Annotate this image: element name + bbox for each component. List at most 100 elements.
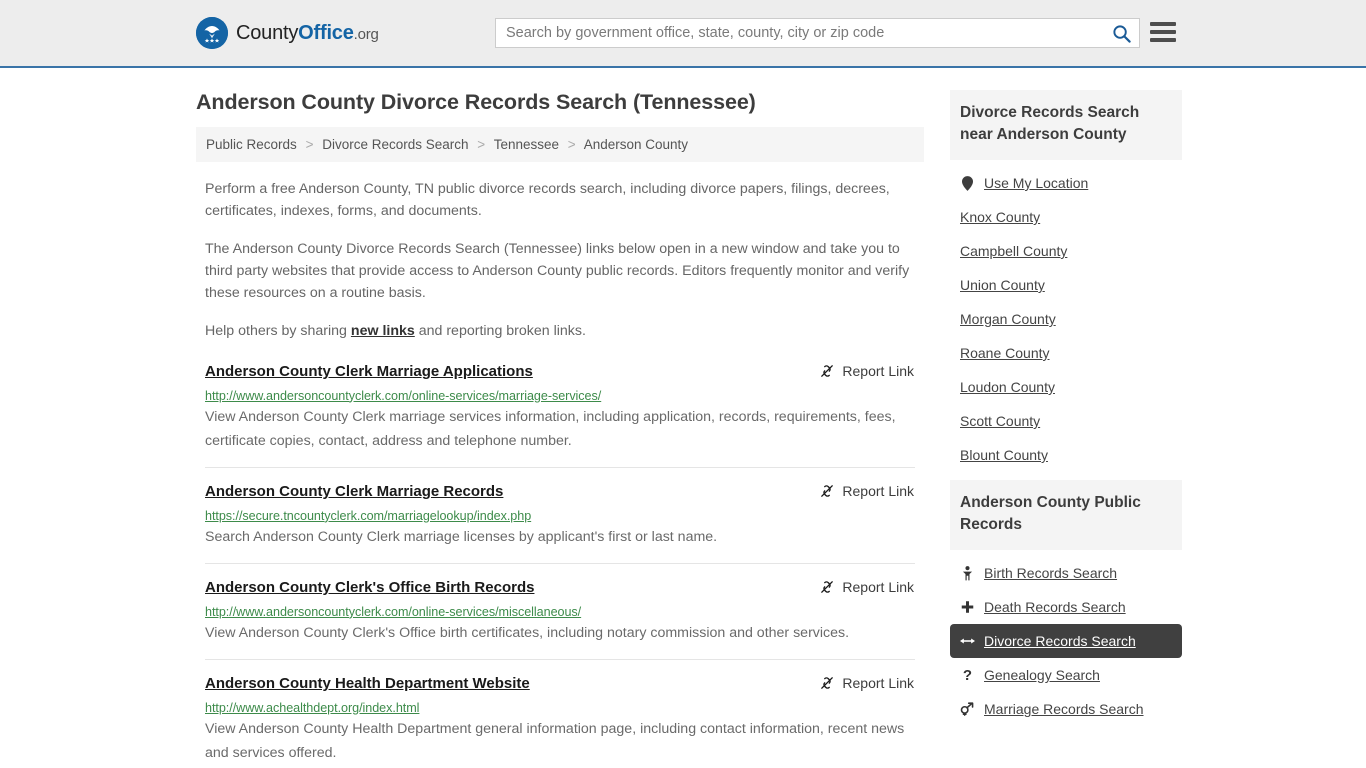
result-header: Anderson County Clerk Marriage Applicati… [205, 362, 915, 382]
sidebar-item-use-my-location[interactable]: Use My Location [950, 166, 1182, 200]
list-item: Divorce Records Search [950, 624, 1182, 658]
list-item: ? Genealogy Search [950, 658, 1182, 692]
menu-bar-2 [1150, 30, 1176, 34]
list-item: Campbell County [950, 234, 1182, 268]
sidebar-item-label: Roane County [960, 345, 1050, 361]
sidebar-item-label: Union County [960, 277, 1045, 293]
sidebar-nearby-heading: Divorce Records Search near Anderson Cou… [950, 90, 1182, 160]
intro-paragraph-1: Perform a free Anderson County, TN publi… [205, 181, 890, 219]
sidebar-item-genealogy-search[interactable]: ? Genealogy Search [950, 658, 1182, 692]
sidebar-item-campbell-county[interactable]: Campbell County [950, 234, 1182, 268]
sidebar-item-label: Genealogy Search [984, 667, 1100, 683]
intro-paragraph-2: The Anderson County Divorce Records Sear… [205, 241, 910, 301]
list-item: Death Records Search [950, 590, 1182, 624]
report-link-button[interactable]: Report Link [819, 362, 915, 379]
result-url[interactable]: http://www.achealthdept.org/index.html [205, 701, 915, 715]
site-header: CountyOffice.org [0, 0, 1366, 68]
result-description: View Anderson County Health Department g… [205, 720, 905, 762]
result-description: View Anderson County Clerk marriage serv… [205, 408, 896, 449]
result-item: Anderson County Clerk Marriage Records Re… [205, 482, 915, 565]
search-input[interactable] [496, 19, 1103, 47]
sidebar-nearby-list: Use My Location Knox County Campbell Count… [950, 160, 1182, 472]
sidebar-item-morgan-county[interactable]: Morgan County [950, 302, 1182, 336]
breadcrumb-item-divorce-records-search[interactable]: Divorce Records Search [322, 137, 468, 152]
broken-link-icon [821, 485, 834, 498]
breadcrumb: Public Records > Divorce Records Search … [196, 127, 924, 162]
map-pin-icon [960, 175, 975, 191]
breadcrumb-item-tennessee[interactable]: Tennessee [494, 137, 559, 152]
sidebar-item-label: Knox County [960, 209, 1041, 225]
baby-icon [960, 565, 975, 581]
result-header: Anderson County Health Department Websit… [205, 674, 915, 694]
result-url[interactable]: https://secure.tncountyclerk.com/marriag… [205, 509, 915, 523]
sidebar-item-label: Divorce Records Search [984, 633, 1136, 649]
intro-p3-before: Help others by sharing [205, 323, 351, 339]
report-link-label: Report Link [842, 675, 914, 692]
result-title-link[interactable]: Anderson County Clerk Marriage Applicati… [205, 362, 533, 382]
list-item: Use My Location [950, 166, 1182, 200]
results-list: Anderson County Clerk Marriage Applicati… [196, 362, 924, 768]
intro-section: Perform a free Anderson County, TN publi… [196, 178, 924, 342]
brand-part-office: Office [298, 21, 354, 44]
report-link-label: Report Link [842, 363, 914, 379]
hamburger-menu-icon[interactable] [1150, 19, 1176, 45]
intro-paragraph-3: Help others by sharing new links and rep… [196, 320, 924, 342]
cross-icon [960, 599, 975, 615]
brand-part-county: County [236, 21, 299, 44]
result-item: Anderson County Clerk Marriage Applicati… [205, 362, 915, 469]
result-header: Anderson County Clerk's Office Birth Rec… [205, 578, 915, 598]
list-item: Blount County [950, 438, 1182, 472]
list-item: Roane County [950, 336, 1182, 370]
list-item: Marriage Records Search [950, 692, 1182, 726]
main-column: Anderson County Divorce Records Search (… [196, 68, 924, 768]
breadcrumb-item-anderson-county[interactable]: Anderson County [584, 137, 688, 152]
report-link-button[interactable]: Report Link [819, 578, 915, 595]
result-url[interactable]: http://www.andersoncountyclerk.com/onlin… [205, 605, 915, 619]
sidebar-item-blount-county[interactable]: Blount County [950, 438, 1182, 472]
left-right-arrow-icon [960, 633, 975, 649]
sidebar-item-scott-county[interactable]: Scott County [950, 404, 1182, 438]
sidebar-item-roane-county[interactable]: Roane County [950, 336, 1182, 370]
sidebar-item-birth-records-search[interactable]: Birth Records Search [950, 556, 1182, 590]
result-title-link[interactable]: Anderson County Clerk Marriage Records [205, 482, 503, 502]
site-logo-text: CountyOffice.org [236, 22, 379, 45]
sidebar-item-label: Loudon County [960, 379, 1055, 395]
menu-bar-1 [1150, 22, 1176, 26]
sidebar-item-loudon-county[interactable]: Loudon County [950, 370, 1182, 404]
result-url[interactable]: http://www.andersoncountyclerk.com/onlin… [205, 389, 915, 403]
search-button[interactable] [1103, 19, 1139, 47]
result-header: Anderson County Clerk Marriage Records Re… [205, 482, 915, 502]
sidebar-public-records-list: Birth Records Search Death Records Search… [950, 550, 1182, 726]
site-logo[interactable]: CountyOffice.org [196, 17, 379, 49]
new-links-link[interactable]: new links [351, 323, 415, 339]
report-link-label: Report Link [842, 579, 914, 596]
sidebar-card-nearby: Divorce Records Search near Anderson Cou… [950, 90, 1182, 472]
breadcrumb-separator: > [567, 137, 576, 152]
brand-part-org: .org [353, 25, 379, 43]
broken-link-icon [821, 581, 834, 594]
sidebar-item-label: Blount County [960, 447, 1048, 463]
broken-link-icon [821, 365, 834, 377]
report-link-button[interactable]: Report Link [819, 674, 915, 691]
page-title: Anderson County Divorce Records Search (… [196, 90, 756, 114]
breadcrumb-item-public-records[interactable]: Public Records [206, 137, 297, 152]
sidebar-item-knox-county[interactable]: Knox County [950, 200, 1182, 234]
sidebar-card-public-records: Anderson County Public Records Birth Rec… [950, 480, 1182, 726]
search-icon [1112, 24, 1131, 43]
sidebar-item-label: Birth Records Search [984, 565, 1118, 581]
sidebar-item-label: Scott County [960, 413, 1041, 429]
result-description: View Anderson County Clerk's Office birt… [205, 624, 850, 641]
result-title-link[interactable]: Anderson County Clerk's Office Birth Rec… [205, 578, 534, 598]
sidebar-item-marriage-records-search[interactable]: Marriage Records Search [950, 692, 1182, 726]
sidebar-item-divorce-records-search[interactable]: Divorce Records Search [950, 624, 1182, 658]
result-title-link[interactable]: Anderson County Health Department Websit… [205, 674, 530, 694]
list-item: Morgan County [950, 302, 1182, 336]
sidebar-item-death-records-search[interactable]: Death Records Search [950, 590, 1182, 624]
menu-bar-3 [1150, 38, 1176, 42]
sidebar-public-records-heading: Anderson County Public Records [950, 480, 1182, 550]
list-item: Union County [950, 268, 1182, 302]
result-item: Anderson County Health Department Websit… [205, 674, 915, 768]
sidebar-item-label: Marriage Records Search [984, 701, 1144, 717]
report-link-button[interactable]: Report Link [819, 482, 915, 499]
sidebar-item-union-county[interactable]: Union County [950, 268, 1182, 302]
